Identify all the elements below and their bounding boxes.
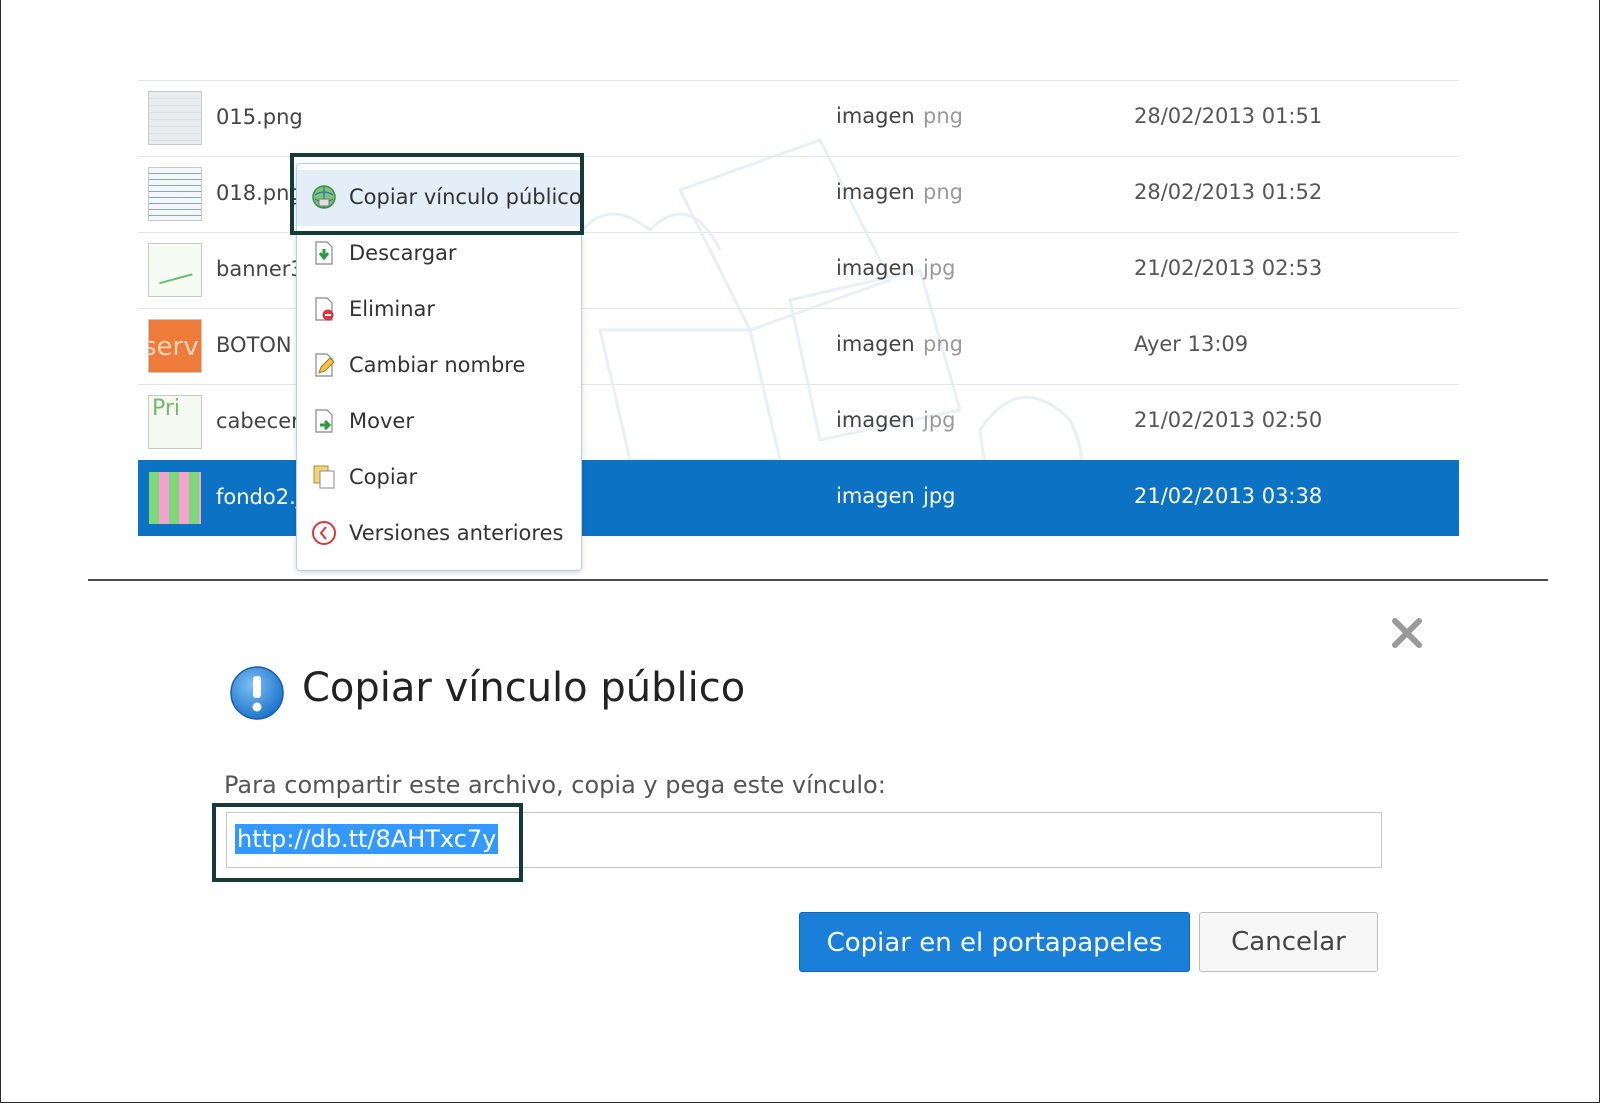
close-icon[interactable] — [1387, 613, 1427, 653]
file-row[interactable]: 015.png imagen png 28/02/2013 01:51 — [138, 80, 1459, 156]
file-date: 21/02/2013 02:50 — [1134, 408, 1323, 432]
file-thumbnail — [148, 91, 202, 145]
menu-item-move[interactable]: Mover — [297, 394, 581, 450]
menu-item-copy-public-link[interactable]: Copiar vínculo público — [297, 170, 582, 226]
section-divider — [88, 579, 1548, 581]
public-link-field[interactable]: http://db.tt/8AHTxc7y — [226, 812, 1382, 868]
file-type: imagen — [836, 408, 915, 432]
menu-item-delete[interactable]: Eliminar — [297, 282, 581, 338]
file-extension: png — [923, 180, 963, 204]
file-name: 018.png — [216, 181, 303, 205]
file-thumbnail: serv — [148, 319, 202, 373]
download-icon — [315, 241, 333, 265]
file-type: imagen — [836, 332, 915, 356]
move-icon — [315, 409, 333, 433]
file-date: 21/02/2013 02:53 — [1134, 256, 1323, 280]
file-date: 21/02/2013 03:38 — [1134, 484, 1323, 508]
file-name: BOTON — [216, 333, 292, 357]
file-type: imagen — [836, 484, 915, 508]
menu-item-label: Cambiar nombre — [349, 353, 526, 377]
menu-item-label: Descargar — [349, 241, 457, 265]
copy-icon — [313, 465, 335, 489]
file-type: imagen — [836, 256, 915, 280]
dialog-prompt: Para compartir este archivo, copia y peg… — [224, 771, 886, 799]
copy-to-clipboard-button[interactable]: Copiar en el portapapeles — [799, 912, 1190, 972]
thumbnail-text: serv — [148, 332, 199, 362]
file-thumbnail: Pri — [148, 395, 202, 449]
file-thumbnail — [148, 243, 202, 297]
file-date: 28/02/2013 01:51 — [1134, 104, 1323, 128]
context-menu: Copiar vínculo público Descargar Elimina… — [296, 163, 582, 571]
rename-icon — [315, 353, 335, 377]
menu-item-label: Mover — [349, 409, 414, 433]
globe-link-icon — [312, 185, 336, 209]
file-type: imagen — [836, 104, 915, 128]
menu-item-label: Copiar — [349, 465, 418, 489]
menu-item-label: Copiar vínculo público — [349, 185, 582, 209]
menu-item-label: Versiones anteriores — [349, 521, 564, 545]
file-extension: png — [923, 104, 963, 128]
file-name: 015.png — [216, 105, 303, 129]
file-thumbnail — [148, 471, 202, 525]
file-extension: jpg — [923, 484, 956, 508]
public-link-url[interactable]: http://db.tt/8AHTxc7y — [235, 824, 499, 854]
menu-item-download[interactable]: Descargar — [297, 226, 581, 282]
file-date: Ayer 13:09 — [1134, 332, 1249, 356]
info-exclamation-icon — [230, 666, 284, 720]
dialog-title: Copiar vínculo público — [302, 665, 746, 711]
thumbnail-text: Pri — [152, 396, 181, 421]
file-extension: jpg — [923, 256, 956, 280]
file-type: imagen — [836, 180, 915, 204]
file-extension: png — [923, 332, 963, 356]
history-icon — [312, 521, 336, 545]
file-name: banner3 — [216, 257, 304, 281]
menu-item-copy[interactable]: Copiar — [297, 450, 581, 506]
file-extension: jpg — [923, 408, 956, 432]
file-date: 28/02/2013 01:52 — [1134, 180, 1323, 204]
delete-icon — [315, 297, 334, 321]
menu-item-rename[interactable]: Cambiar nombre — [297, 338, 581, 394]
menu-item-previous-versions[interactable]: Versiones anteriores — [297, 506, 581, 562]
menu-item-label: Eliminar — [349, 297, 436, 321]
file-thumbnail — [148, 167, 202, 221]
cancel-button[interactable]: Cancelar — [1199, 912, 1378, 972]
